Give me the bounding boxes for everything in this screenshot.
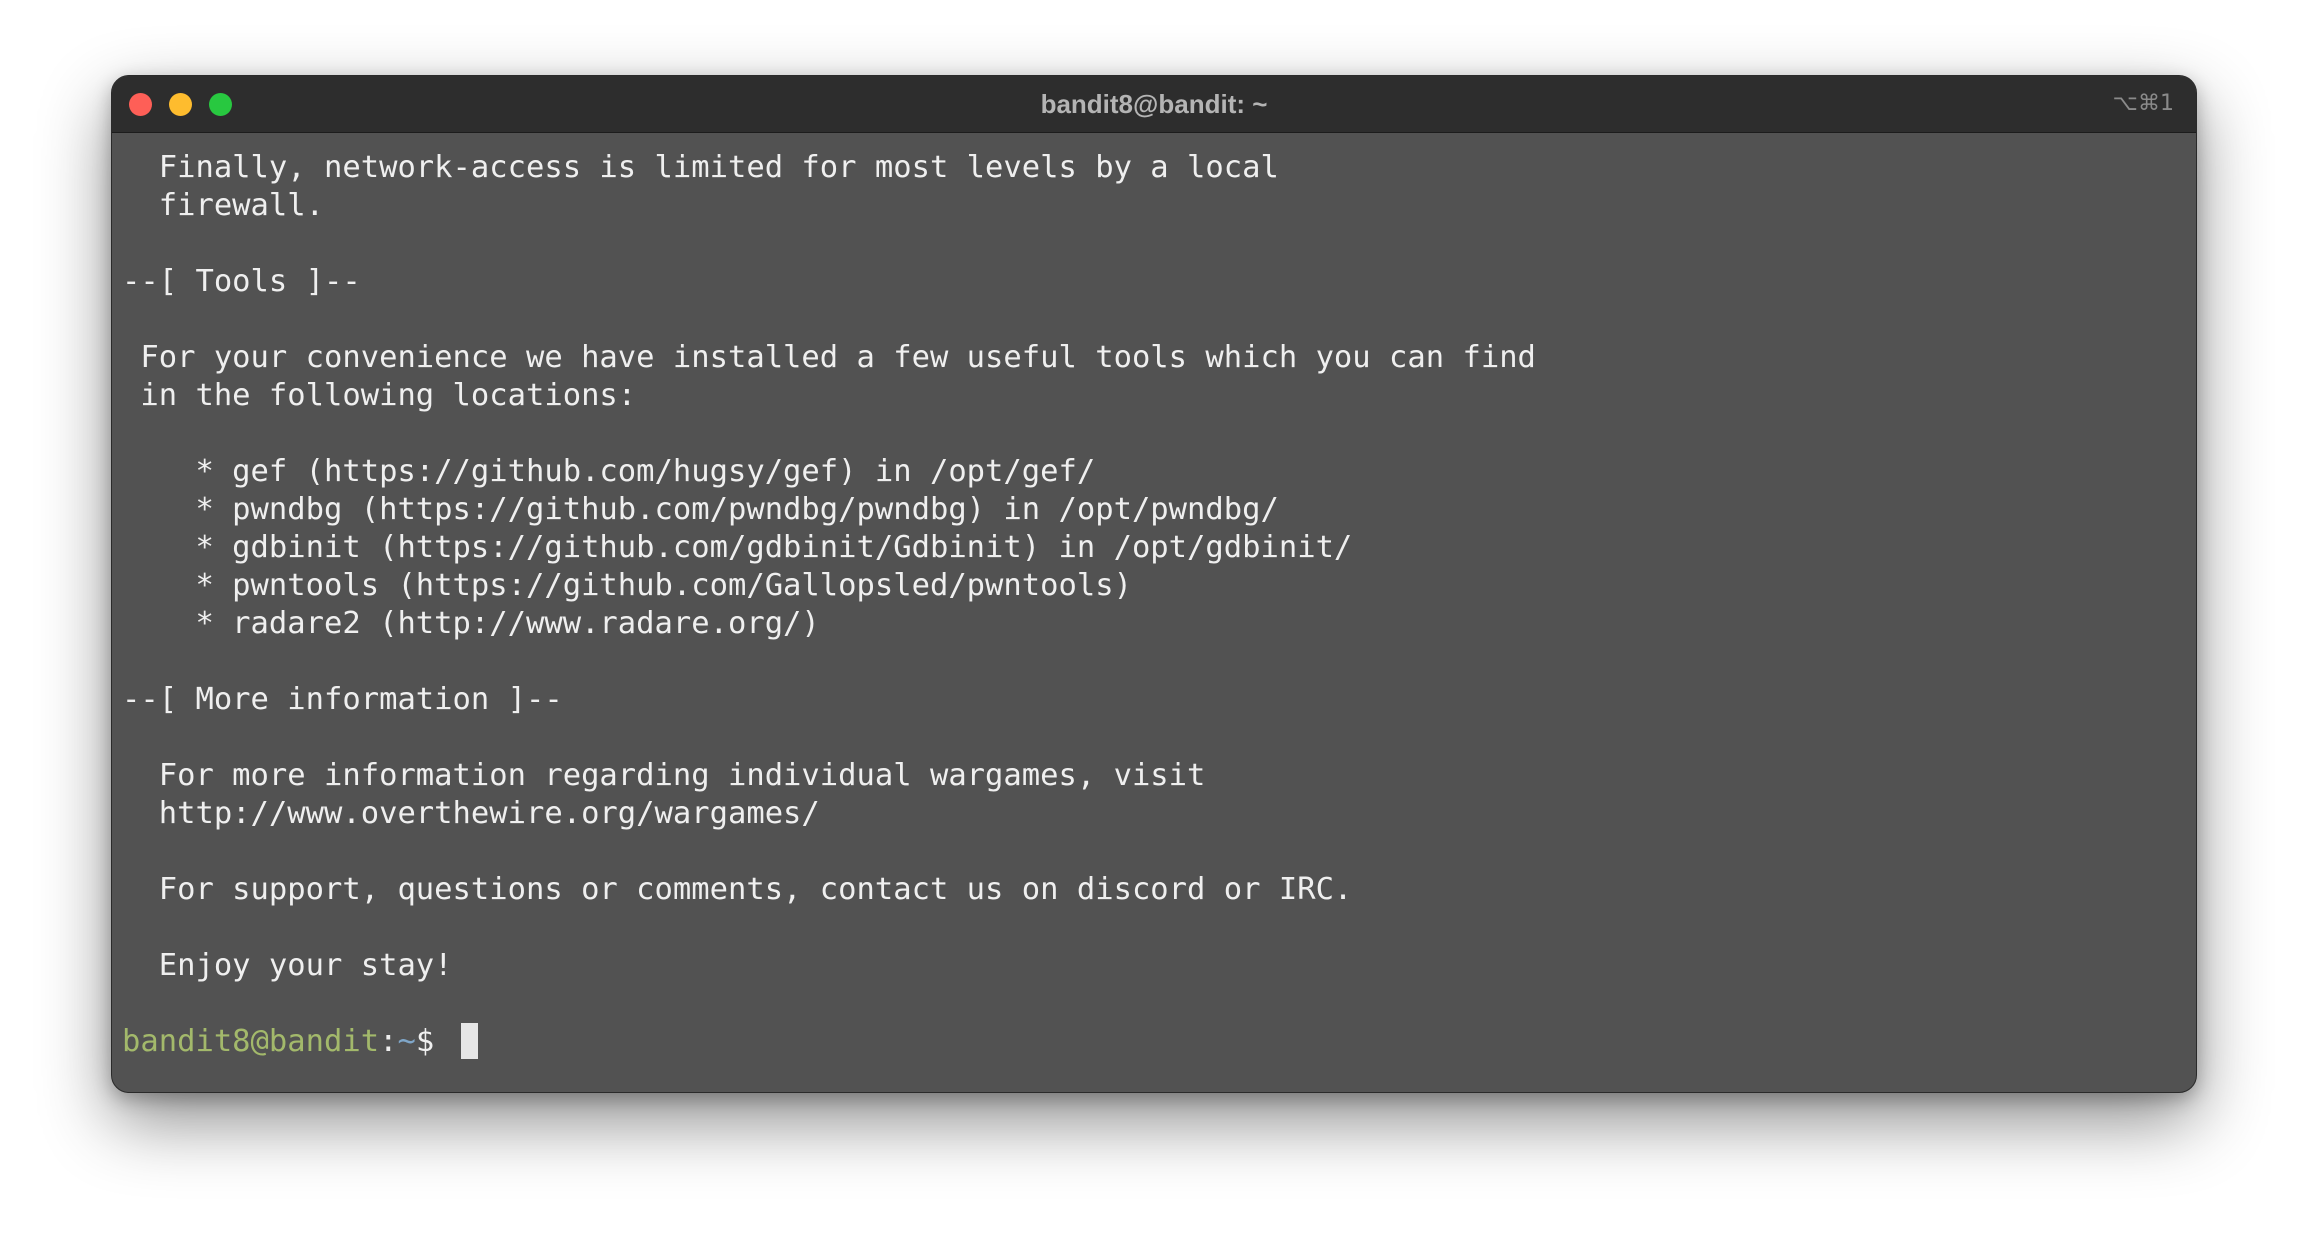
terminal-window: bandit8@bandit: ~ ⌥⌘1 Finally, network-a… bbox=[111, 75, 2197, 1093]
shell-prompt[interactable]: bandit8@bandit:~$ bbox=[122, 1023, 2186, 1061]
output-line: For support, questions or comments, cont… bbox=[122, 872, 1353, 907]
output-line: * gef (https://github.com/hugsy/gef) in … bbox=[122, 454, 1096, 489]
output-line: For more information regarding individua… bbox=[122, 758, 1206, 793]
output-line: * gdbinit (https://github.com/gdbinit/Gd… bbox=[122, 530, 1353, 565]
output-line: http://www.overthewire.org/wargames/ bbox=[122, 796, 820, 831]
window-title: bandit8@bandit: ~ bbox=[1040, 89, 1268, 119]
output-line: Enjoy your stay! bbox=[122, 948, 453, 983]
output-line: firewall. bbox=[122, 188, 324, 223]
text-cursor[interactable] bbox=[460, 1023, 478, 1059]
output-line: in the following locations: bbox=[122, 378, 637, 413]
window-shortcut-label: ⌥⌘1 bbox=[2112, 91, 2174, 116]
output-line: --[ Tools ]-- bbox=[122, 264, 361, 299]
output-line: Finally, network-access is limited for m… bbox=[122, 150, 1279, 185]
output-line: * radare2 (http://www.radare.org/) bbox=[122, 606, 820, 641]
output-line: * pwndbg (https://github.com/pwndbg/pwnd… bbox=[122, 492, 1279, 527]
prompt-separator: : bbox=[379, 1024, 398, 1059]
prompt-symbol: $ bbox=[415, 1024, 453, 1059]
output-line: --[ More information ]-- bbox=[122, 682, 563, 717]
terminal-output[interactable]: Finally, network-access is limited for m… bbox=[122, 132, 2186, 1092]
prompt-user-host: bandit8@bandit bbox=[122, 1024, 380, 1059]
output-line: * pwntools (https://github.com/Gallopsle… bbox=[122, 568, 1132, 603]
title-bar[interactable]: bandit8@bandit: ~ ⌥⌘1 bbox=[112, 76, 2196, 133]
output-line: For your convenience we have installed a… bbox=[122, 340, 1536, 375]
prompt-path: ~ bbox=[397, 1024, 416, 1059]
